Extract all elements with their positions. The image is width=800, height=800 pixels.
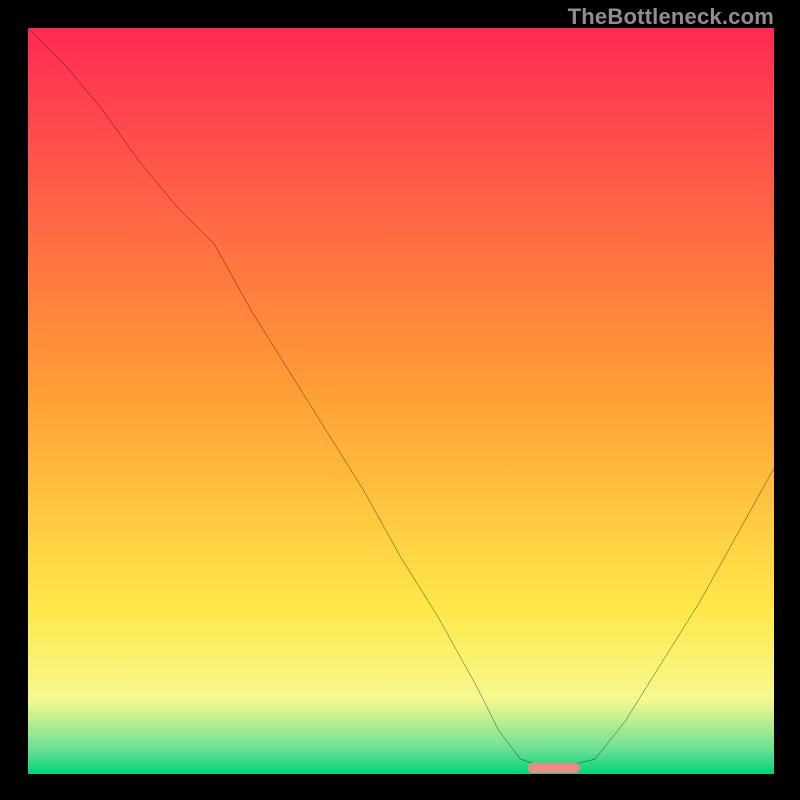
bottleneck-chart <box>28 28 774 774</box>
optimal-band-marker <box>528 763 580 773</box>
chart-frame <box>27 27 775 775</box>
